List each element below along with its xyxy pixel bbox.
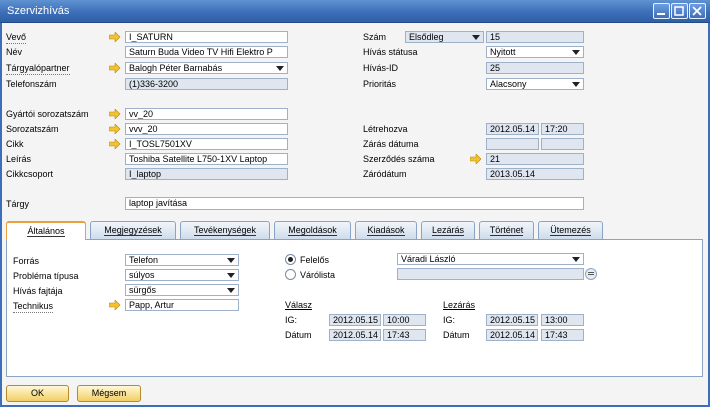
szam-field[interactable]: 15	[486, 31, 584, 43]
cikk-label: Cikk	[6, 139, 24, 149]
link-arrow-icon[interactable]	[470, 154, 482, 164]
hivas-id-label: Hívás-ID	[363, 63, 399, 73]
link-arrow-icon[interactable]	[109, 109, 121, 119]
forras-select[interactable]: Telefon	[125, 254, 239, 266]
valasz-datum-time-field[interactable]: 17:43	[383, 329, 426, 341]
szam-label: Szám	[363, 32, 387, 42]
lezaras-title: Lezárás	[443, 300, 476, 310]
telefonszam-label: Telefonszám	[6, 79, 57, 89]
link-arrow-icon[interactable]	[109, 32, 121, 42]
list-icon[interactable]	[585, 268, 597, 280]
cikk-field[interactable]: I_TOSL7501XV	[125, 138, 288, 150]
valasz-title: Válasz	[285, 300, 313, 310]
link-arrow-icon[interactable]	[109, 124, 121, 134]
window-title: Szervizhívás	[7, 5, 70, 17]
hivas-fajtaja-select[interactable]: sürgős	[125, 284, 239, 296]
lezaras-datum-time-field[interactable]: 17:43	[541, 329, 584, 341]
varolista-radio[interactable]	[285, 269, 296, 280]
lezaras-ig-label: IG:	[443, 315, 456, 325]
vevo-label: Vevő	[6, 32, 27, 44]
valasz-ig-date-field[interactable]: 2012.05.15	[329, 314, 381, 326]
valasz-ig-time-field[interactable]: 10:00	[383, 314, 426, 326]
felelos-label: Felelős	[300, 255, 330, 265]
varolista-label: Várólista	[300, 270, 336, 280]
link-arrow-icon[interactable]	[109, 63, 121, 73]
zarodatum-field[interactable]: 2013.05.14	[486, 168, 584, 180]
cikkcsoport-field[interactable]: I_laptop	[125, 168, 288, 180]
leiras-field[interactable]: Toshiba Satellite L750-1XV Laptop	[125, 153, 288, 165]
tab-tortenet[interactable]: Történet	[479, 221, 534, 239]
maximize-button[interactable]	[671, 3, 688, 19]
tab-megjegyzesek[interactable]: Megjegyzések	[90, 221, 176, 239]
letrehozva-time-field[interactable]: 17:20	[541, 123, 584, 135]
szerzodes-szama-label: Szerződés száma	[363, 154, 435, 164]
szam-series-select[interactable]: Elsődleg	[405, 31, 484, 43]
sorozatszam-field[interactable]: vvv_20	[125, 123, 288, 135]
gyartoi-sorozatszam-field[interactable]: vv_20	[125, 108, 288, 120]
varolista-field[interactable]	[397, 268, 584, 280]
vevo-field[interactable]: I_SATURN	[125, 31, 288, 43]
zaras-datuma-label: Zárás dátuma	[363, 139, 419, 149]
forras-label: Forrás	[13, 256, 40, 266]
problema-tipusa-select[interactable]: súlyos	[125, 269, 239, 281]
letrehozva-date-field[interactable]: 2012.05.14	[486, 123, 539, 135]
lezaras-ig-time-field[interactable]: 13:00	[541, 314, 584, 326]
minimize-button[interactable]	[653, 3, 670, 19]
tab-megoldasok[interactable]: Megoldások	[274, 221, 351, 239]
ok-button[interactable]: OK	[6, 385, 69, 402]
cikkcsoport-label: Cikkcsoport	[6, 169, 54, 179]
link-arrow-icon[interactable]	[109, 139, 121, 149]
tab-kiadasok[interactable]: Kiadások	[355, 221, 417, 239]
szerzodes-szama-field[interactable]: 21	[486, 153, 584, 165]
hivas-statusa-select[interactable]: Nyitott	[486, 46, 584, 58]
lezaras-datum-label: Dátum	[443, 330, 470, 340]
title-bar[interactable]: Szervizhívás	[0, 0, 710, 23]
felelos-select[interactable]: Váradi László	[397, 253, 584, 265]
targyalopartner-select[interactable]: Balogh Péter Barnabás	[125, 62, 288, 74]
valasz-datum-label: Dátum	[285, 330, 312, 340]
zarodatum-label: Záródátum	[363, 169, 407, 179]
prioritas-label: Prioritás	[363, 79, 397, 89]
nev-label: Név	[6, 47, 23, 57]
link-arrow-icon[interactable]	[109, 300, 121, 310]
tab-lezaras[interactable]: Lezárás	[421, 221, 475, 239]
lezaras-datum-date-field[interactable]: 2012.05.14	[486, 329, 538, 341]
nev-field[interactable]: Saturn Buda Video TV Hifi Elektro P	[125, 46, 288, 58]
hivas-statusa-label: Hívás státusa	[363, 47, 418, 57]
targy-field[interactable]: laptop javítása	[125, 197, 584, 210]
targy-label: Tárgy	[6, 199, 30, 209]
prioritas-select[interactable]: Alacsony	[486, 78, 584, 90]
tab-tevekenysegek[interactable]: Tevékenységek	[180, 221, 270, 239]
letrehozva-label: Létrehozva	[363, 124, 408, 134]
valasz-ig-label: IG:	[285, 315, 298, 325]
problema-tipusa-label: Probléma típusa	[13, 271, 79, 281]
close-button[interactable]	[689, 3, 706, 19]
targyalopartner-label: Tárgyalópartner	[6, 63, 70, 75]
tab-utemezes[interactable]: Ütemezés	[538, 221, 603, 239]
tab-altalanos[interactable]: Általános	[6, 221, 86, 240]
lezaras-ig-date-field[interactable]: 2012.05.15	[486, 314, 538, 326]
cancel-button[interactable]: Mégsem	[77, 385, 141, 402]
zaras-time-field[interactable]	[541, 138, 584, 150]
leiras-label: Leírás	[6, 154, 32, 164]
technikus-label: Technikus	[13, 301, 54, 313]
sorozatszam-label: Sorozatszám	[6, 124, 59, 134]
hivas-id-field[interactable]: 25	[486, 62, 584, 74]
valasz-datum-date-field[interactable]: 2012.05.14	[329, 329, 381, 341]
hivas-fajtaja-label: Hívás fajtája	[13, 286, 63, 296]
zaras-date-field[interactable]	[486, 138, 539, 150]
felelos-radio[interactable]	[285, 254, 296, 265]
technikus-field[interactable]: Papp, Artur	[125, 299, 239, 311]
gyartoi-sorozatszam-label: Gyártói sorozatszám	[6, 109, 89, 119]
telefonszam-field[interactable]: (1)336-3200	[125, 78, 288, 90]
